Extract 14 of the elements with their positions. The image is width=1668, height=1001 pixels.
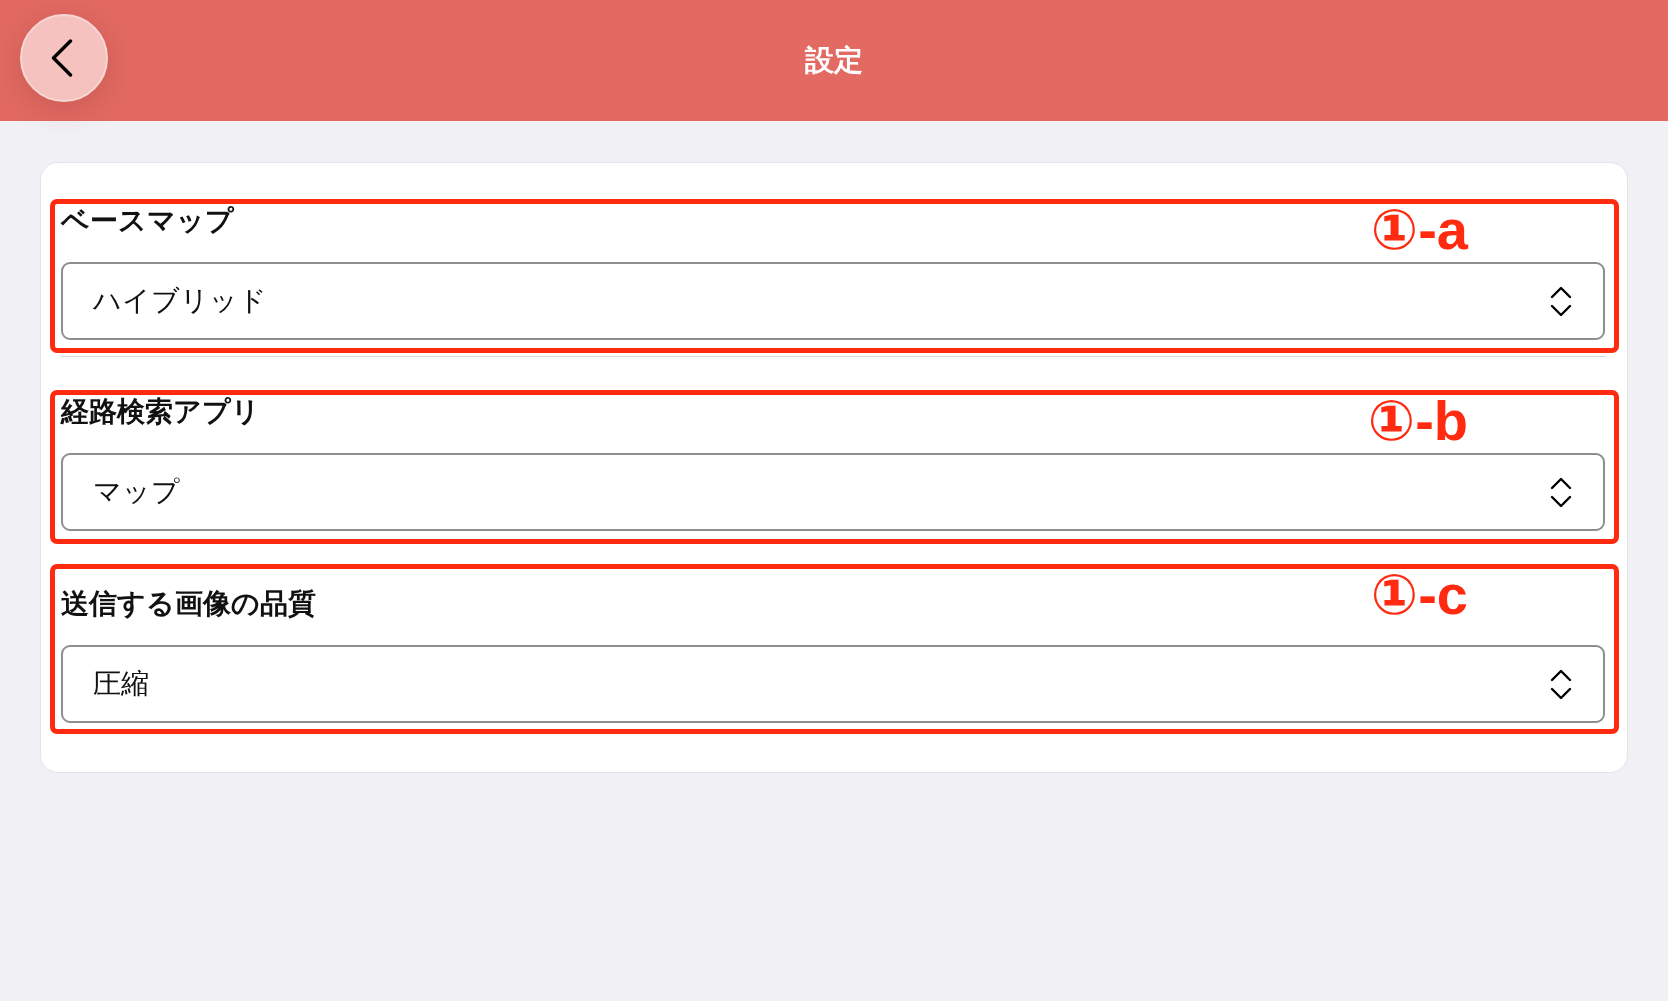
page-title: 設定	[805, 43, 863, 78]
setting-label: 送信する画像の品質	[61, 587, 316, 621]
up-down-chevron-icon	[1550, 285, 1572, 317]
dropdown-field[interactable]: 圧縮	[61, 645, 1605, 723]
setting-label: ベースマップ	[61, 204, 234, 238]
dropdown-field[interactable]: ハイブリッド	[61, 262, 1605, 340]
chevron-left-icon	[51, 39, 73, 77]
up-down-chevron-icon	[1550, 476, 1572, 508]
annotation-label: ①-a	[1370, 200, 1468, 260]
annotation-label: ①-b	[1367, 391, 1468, 451]
setting-label: 経路検索アプリ	[61, 395, 260, 429]
dropdown-field[interactable]: マップ	[61, 453, 1605, 531]
annotation-label: ①-c	[1370, 565, 1468, 625]
up-down-chevron-icon	[1550, 668, 1572, 700]
